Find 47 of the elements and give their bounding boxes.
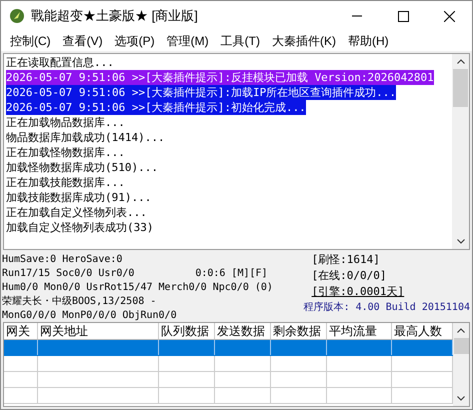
scroll-up-icon[interactable]: [457, 328, 465, 333]
log-line: 正在加载怪物数据库...: [6, 145, 125, 160]
status-text: Hum0/0 Mon0/0 UsrRot15/47 Merch0/0 Npc0/0 (0): [2, 281, 273, 295]
scroll-thumb[interactable]: [454, 338, 468, 354]
window-title: 戰能超变★土豪版★ [商业版]: [31, 7, 199, 26]
menu-item[interactable]: 大秦插件(K): [267, 32, 341, 50]
menu-item[interactable]: 选项(P): [110, 32, 160, 50]
log-line: 物品数据库加载成功(1414)...: [6, 130, 165, 145]
column-header[interactable]: 发送数据: [215, 323, 271, 339]
menu-item[interactable]: 帮助(H): [343, 32, 394, 50]
menu-item[interactable]: 管理(M): [162, 32, 214, 50]
table-row[interactable]: [4, 340, 453, 356]
column-header[interactable]: 平均流量: [327, 323, 392, 339]
menu-item[interactable]: 控制(C): [5, 32, 56, 50]
status-text: MonG0/0/0 MonP0/0/0 ObjRun0/0: [2, 309, 177, 323]
column-header[interactable]: 队列数据: [159, 323, 215, 339]
log-line: 正在加载物品数据库...: [6, 115, 125, 130]
close-icon: [444, 10, 454, 22]
maximize-icon: [398, 10, 408, 22]
scrollbar[interactable]: [452, 54, 469, 249]
app-icon: [9, 8, 25, 24]
status-text: 荣耀夫长・中级BOOS,13/2508 -: [2, 295, 156, 309]
status-counter: [刷怪:1614]: [310, 253, 380, 267]
status-text: Run17/15 Soc0/0 Usr0/0: [2, 267, 134, 281]
column-header[interactable]: 剩余数据: [271, 323, 327, 339]
table-row[interactable]: [4, 372, 453, 388]
log-line: 正在读取配置信息...: [6, 55, 114, 70]
scroll-up-icon[interactable]: [456, 59, 464, 64]
log-line: 正在加载技能数据库...: [6, 175, 125, 190]
menu-item[interactable]: 工具(T): [216, 32, 265, 50]
status-counter: [引擎:0.0001天]: [310, 285, 404, 299]
menu-item[interactable]: 查看(V): [58, 32, 108, 50]
log-line: 加载自定义怪物列表成功(33): [6, 220, 154, 235]
uptime-text: 0:0:6 [M][F]: [195, 267, 268, 281]
table-row[interactable]: [4, 356, 453, 372]
log-line: 正在加载自定义怪物列表...: [6, 205, 147, 220]
column-header[interactable]: 网关: [4, 323, 38, 339]
scroll-down-icon[interactable]: [456, 239, 464, 244]
status-counter: [在线:0/0/0]: [310, 269, 387, 283]
status-text: HumSave:0 HeroSave:0: [2, 253, 122, 267]
scrollbar[interactable]: [453, 323, 469, 406]
scroll-down-icon[interactable]: [457, 396, 465, 401]
log-line: 加载技能数据库成功(91)...: [6, 190, 152, 205]
log-line: 加载怪物数据库成功(510)...: [6, 160, 158, 175]
version-text: 程序版本: 4.00 Build 20151104: [304, 301, 470, 315]
scroll-thumb[interactable]: [453, 69, 468, 107]
column-header[interactable]: 网关地址: [38, 323, 159, 339]
